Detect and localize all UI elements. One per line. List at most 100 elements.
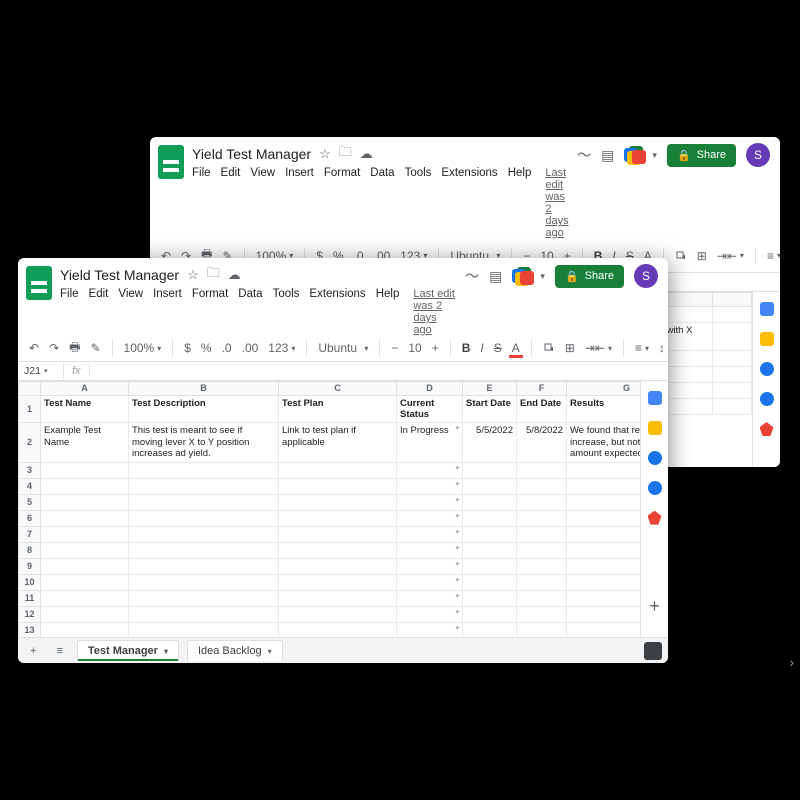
cell[interactable]: Current Status — [397, 395, 463, 423]
cloud-status-icon[interactable]: ☁ — [360, 146, 373, 162]
all-sheets-button[interactable]: ≡ — [50, 641, 68, 661]
col-header-blank[interactable] — [713, 293, 752, 307]
avatar[interactable]: S — [634, 264, 658, 288]
last-edit-link[interactable]: Last edit was 2 days ago — [545, 167, 569, 239]
menu-format[interactable]: Format — [324, 167, 360, 239]
redo-icon[interactable]: ↷ — [46, 339, 62, 357]
spreadsheet-grid[interactable]: A B C D E F G 1 Test Name Test Descripti… — [18, 381, 640, 637]
print-icon[interactable]: 🖶 — [66, 336, 83, 361]
activity-icon[interactable]: 〜 — [577, 145, 591, 165]
menu-extensions[interactable]: Extensions — [441, 167, 497, 239]
col-header[interactable]: C — [279, 381, 397, 395]
col-header[interactable]: D — [397, 381, 463, 395]
menu-tools[interactable]: Tools — [405, 167, 432, 239]
document-title[interactable]: Yield Test Manager — [60, 267, 179, 283]
menu-insert[interactable]: Insert — [153, 288, 182, 336]
merge-button[interactable]: ⇥⇤▾ — [582, 339, 615, 357]
cloud-status-icon[interactable]: ☁ — [228, 267, 241, 283]
menu-data[interactable]: Data — [370, 167, 394, 239]
cell[interactable]: End Date — [517, 395, 567, 423]
undo-icon[interactable]: ↶ — [26, 339, 42, 357]
move-icon[interactable]: 🗀 — [207, 264, 220, 286]
tasks-icon[interactable] — [760, 362, 774, 376]
h-align-button[interactable]: ≡▾ — [764, 247, 780, 265]
meet-icon[interactable] — [512, 267, 534, 285]
cell[interactable]: In Progress▾ — [397, 423, 463, 462]
sheet-tab-active[interactable]: Test Manager▾ — [77, 640, 179, 661]
menu-view[interactable]: View — [118, 288, 143, 336]
dropdown-caret-icon[interactable]: ▾ — [455, 425, 459, 433]
menu-format[interactable]: Format — [192, 288, 228, 336]
add-sheet-button[interactable]: + — [24, 641, 42, 661]
cell[interactable]: Test Description — [129, 395, 279, 423]
cell[interactable]: Test Name — [41, 395, 129, 423]
menu-file[interactable]: File — [192, 167, 211, 239]
chevron-down-icon[interactable]: ▾ — [268, 647, 272, 656]
menu-tools[interactable]: Tools — [273, 288, 300, 336]
format-percent[interactable]: % — [198, 339, 215, 357]
text-color-button[interactable]: A — [509, 339, 523, 357]
keep-icon[interactable] — [760, 332, 774, 346]
menu-insert[interactable]: Insert — [285, 167, 314, 239]
cell[interactable]: 5/5/2022 — [463, 423, 517, 462]
row-header[interactable]: 1 — [19, 395, 41, 423]
star-icon[interactable]: ☆ — [187, 267, 199, 283]
fill-color-button[interactable] — [540, 340, 558, 356]
v-align-button[interactable]: ↕▾ — [656, 339, 668, 357]
keep-icon[interactable] — [648, 421, 662, 435]
row-header[interactable]: 2 — [19, 423, 41, 462]
share-button[interactable]: 🔒Share — [667, 144, 736, 167]
menu-data[interactable]: Data — [238, 288, 262, 336]
avatar[interactable]: S — [746, 143, 770, 167]
col-header[interactable]: F — [517, 381, 567, 395]
cell[interactable]: 5/8/2022 — [517, 423, 567, 462]
menu-extensions[interactable]: Extensions — [309, 288, 365, 336]
bold-button[interactable]: B — [459, 339, 474, 357]
chevron-down-icon[interactable]: ▾ — [164, 647, 168, 656]
document-title[interactable]: Yield Test Manager — [192, 146, 311, 162]
col-header[interactable]: E — [463, 381, 517, 395]
cell[interactable]: Example Test Name — [41, 423, 129, 462]
cell[interactable]: Test Plan — [279, 395, 397, 423]
explore-button[interactable] — [644, 642, 662, 660]
move-icon[interactable]: 🗀 — [339, 143, 352, 165]
activity-icon[interactable]: 〜 — [465, 266, 479, 286]
zoom-select[interactable]: 100%▾ — [121, 339, 165, 357]
maps-icon[interactable] — [760, 422, 774, 436]
font-select[interactable]: Ubuntu▾ — [315, 339, 371, 357]
borders-button[interactable]: ⊞ — [694, 247, 710, 265]
menu-file[interactable]: File — [60, 288, 79, 336]
menu-view[interactable]: View — [250, 167, 275, 239]
cell[interactable]: Link to test plan if applicable — [279, 423, 397, 462]
contacts-icon[interactable] — [648, 481, 662, 495]
add-addon-icon[interactable]: + — [649, 596, 660, 617]
borders-button[interactable]: ⊞ — [562, 339, 578, 357]
share-button[interactable]: 🔒Share — [555, 265, 624, 288]
sheets-logo-icon[interactable] — [26, 266, 52, 300]
paint-format-icon[interactable]: ✎ — [87, 339, 103, 357]
col-header[interactable]: A — [41, 381, 129, 395]
cell[interactable] — [713, 307, 752, 323]
comments-icon[interactable]: ▤ — [489, 268, 502, 285]
comments-icon[interactable]: ▤ — [601, 147, 614, 164]
calendar-icon[interactable] — [760, 302, 774, 316]
cell[interactable]: We found that revenue did increase, but … — [567, 423, 641, 462]
cell[interactable] — [713, 323, 752, 351]
calendar-icon[interactable] — [648, 391, 662, 405]
cell[interactable]: This test is meant to see if moving leve… — [129, 423, 279, 462]
more-formats[interactable]: 123▾ — [265, 339, 298, 357]
formula-input[interactable] — [90, 362, 668, 380]
meet-icon[interactable] — [624, 146, 646, 164]
col-header[interactable]: G — [567, 381, 641, 395]
font-size[interactable]: 10 — [405, 339, 424, 357]
menu-help[interactable]: Help — [508, 167, 532, 239]
merge-button[interactable]: ⇥⇤▾ — [714, 247, 747, 265]
format-currency[interactable]: $ — [181, 339, 194, 357]
cell[interactable]: Start Date — [463, 395, 517, 423]
sheets-logo-icon[interactable] — [158, 145, 184, 179]
increase-decimal[interactable]: .00 — [239, 339, 262, 357]
col-header[interactable]: B — [129, 381, 279, 395]
menu-help[interactable]: Help — [376, 288, 400, 336]
menu-edit[interactable]: Edit — [89, 288, 109, 336]
h-align-button[interactable]: ≡▾ — [632, 339, 652, 357]
